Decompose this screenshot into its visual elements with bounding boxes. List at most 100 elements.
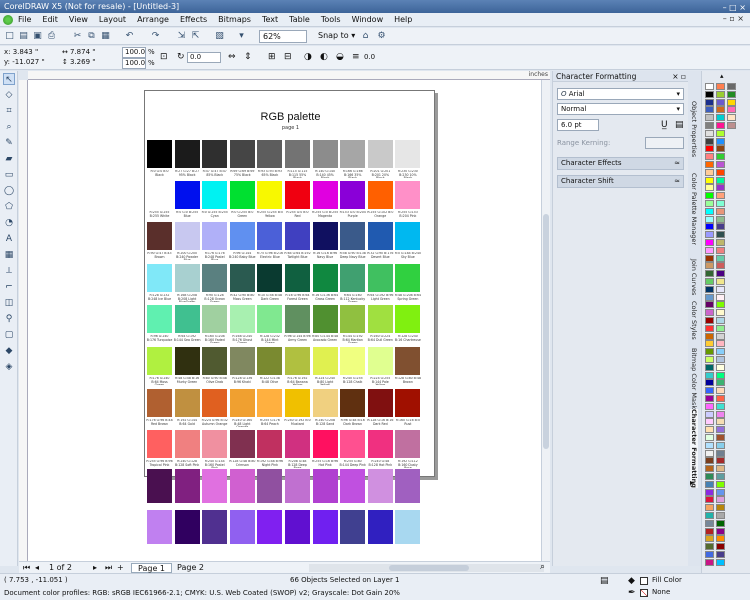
character-effects-section[interactable]: Character Effects ≈ (557, 157, 684, 170)
color-swatch[interactable] (340, 181, 366, 209)
color-swatch[interactable] (395, 140, 421, 168)
pick-tool-icon[interactable]: ↖ (3, 73, 15, 85)
expand-effects-icon[interactable]: ≈ (674, 158, 680, 169)
palette-color-swatch[interactable] (716, 293, 725, 301)
object-width[interactable]: 7.874 " (70, 47, 95, 57)
menu-file[interactable]: File (18, 13, 31, 27)
zoom-level-select[interactable]: 62% (259, 30, 307, 43)
zoom-tool-icon[interactable]: ⌕ (3, 121, 15, 133)
color-swatch[interactable] (229, 389, 255, 417)
vertical-ruler[interactable] (19, 80, 28, 561)
horizontal-scrollbar[interactable] (309, 564, 544, 572)
palette-color-swatch[interactable] (727, 106, 736, 114)
horizontal-ruler[interactable]: inches (28, 71, 550, 80)
tab-bitmap-color-mask[interactable]: Bitmap Color Mask (690, 348, 698, 409)
palette-color-swatch[interactable] (716, 340, 725, 348)
palette-color-swatch[interactable] (716, 184, 725, 192)
first-page-icon[interactable]: ⏮ (23, 563, 30, 573)
color-swatch[interactable] (340, 469, 366, 503)
color-swatch[interactable] (147, 430, 172, 458)
color-swatch[interactable] (147, 389, 172, 417)
palette-color-swatch[interactable] (716, 519, 725, 527)
palette-color-swatch[interactable] (727, 98, 736, 106)
palette-color-swatch[interactable] (705, 168, 714, 176)
color-swatch[interactable] (340, 140, 366, 168)
dimension-tool-icon[interactable]: ⟂ (3, 265, 15, 277)
color-swatch[interactable] (395, 181, 421, 209)
palette-color-swatch[interactable] (705, 348, 714, 356)
palette-color-swatch[interactable] (716, 410, 725, 418)
color-swatch[interactable] (229, 222, 255, 250)
palette-color-swatch[interactable] (716, 465, 725, 473)
palette-color-swatch[interactable] (705, 161, 714, 168)
menu-layout[interactable]: Layout (99, 13, 126, 27)
palette-color-swatch[interactable] (705, 239, 714, 246)
tabs-scroll-icon[interactable]: ▸ (690, 478, 694, 487)
palette-color-swatch[interactable] (716, 512, 725, 519)
palette-color-swatch[interactable] (705, 324, 714, 332)
vertical-scrollbar[interactable] (541, 80, 550, 561)
palette-color-swatch[interactable] (705, 129, 714, 137)
color-swatch[interactable] (340, 347, 366, 375)
menu-window[interactable]: Window (352, 13, 384, 27)
color-swatch[interactable] (395, 469, 421, 503)
palette-color-swatch[interactable] (705, 504, 714, 512)
color-swatch[interactable] (229, 510, 255, 544)
color-swatch[interactable] (257, 469, 283, 503)
color-swatch[interactable] (285, 181, 310, 209)
palette-scroll-up-icon[interactable]: ▴ (720, 72, 724, 80)
redo-icon[interactable]: ↷ (150, 31, 161, 42)
color-swatch[interactable] (174, 264, 200, 292)
combine-icon[interactable]: ⊞ (268, 52, 276, 62)
docker-title-bar[interactable]: Character Formatting × ▫ (553, 71, 689, 82)
ellipse-tool-icon[interactable]: ◯ (3, 185, 15, 197)
color-swatch[interactable] (285, 222, 310, 250)
menu-tools[interactable]: Tools (321, 13, 341, 27)
document-subtitle[interactable]: page 1 (145, 125, 436, 131)
color-swatch[interactable] (229, 140, 255, 168)
color-swatch[interactable] (147, 469, 172, 503)
last-page-icon[interactable]: ⏭ (105, 563, 112, 573)
palette-color-swatch[interactable] (705, 535, 714, 543)
palette-color-swatch[interactable] (716, 83, 725, 90)
palette-color-swatch[interactable] (705, 215, 714, 223)
eyedropper-tool-icon[interactable]: ⚲ (3, 313, 15, 325)
character-shift-section[interactable]: Character Shift ≈ (557, 175, 684, 188)
color-swatch[interactable] (202, 264, 228, 292)
color-swatch[interactable] (229, 469, 255, 503)
palette-color-swatch[interactable] (716, 371, 725, 379)
palette-color-swatch[interactable] (716, 558, 725, 566)
palette-color-swatch[interactable] (716, 496, 725, 504)
zoom-navigator-icon[interactable]: ⌕ (540, 562, 545, 572)
palette-color-swatch[interactable] (716, 504, 725, 512)
palette-color-swatch[interactable] (716, 137, 725, 145)
color-swatch[interactable] (202, 140, 228, 168)
tab-join-curves[interactable]: Join Curves (690, 259, 698, 295)
text-tool-icon[interactable]: A (3, 233, 15, 245)
color-swatch[interactable] (395, 347, 421, 375)
color-swatch[interactable] (312, 305, 338, 333)
color-swatch[interactable] (367, 181, 393, 209)
tab-character-formatting[interactable]: Character Formatting (690, 409, 698, 488)
color-swatch[interactable] (285, 469, 310, 503)
palette-color-swatch[interactable] (705, 137, 714, 145)
palette-color-swatch[interactable] (716, 262, 725, 270)
palette-color-swatch[interactable] (705, 356, 714, 363)
palette-color-swatch[interactable] (716, 90, 725, 98)
palette-color-swatch[interactable] (716, 215, 725, 223)
palette-color-swatch[interactable] (705, 441, 714, 449)
connector-tool-icon[interactable]: ⌐ (3, 281, 15, 293)
color-swatch[interactable] (174, 181, 200, 209)
palette-color-swatch[interactable] (716, 106, 725, 114)
palette-color-swatch[interactable] (705, 465, 714, 473)
menu-effects[interactable]: Effects (180, 13, 207, 27)
color-swatch[interactable] (395, 389, 421, 417)
palette-color-swatch[interactable] (716, 301, 725, 309)
color-swatch[interactable] (147, 264, 172, 292)
color-swatch[interactable] (340, 305, 366, 333)
color-swatch[interactable] (174, 222, 200, 250)
color-swatch[interactable] (257, 264, 283, 292)
palette-color-swatch[interactable] (716, 285, 725, 293)
palette-color-swatch[interactable] (716, 473, 725, 480)
color-swatch[interactable] (174, 140, 200, 168)
